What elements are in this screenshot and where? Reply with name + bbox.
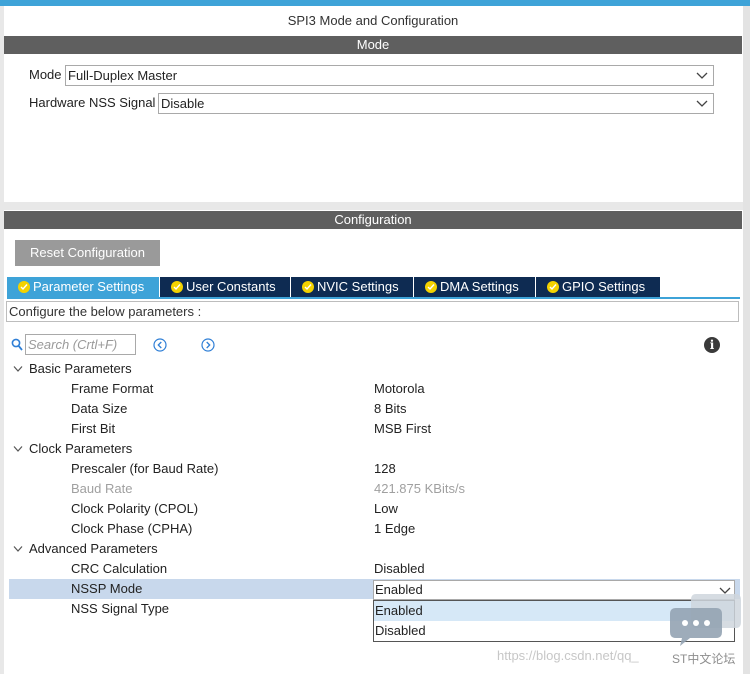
hardware-nss-select[interactable]: Disable: [158, 93, 714, 114]
param-name: CRC Calculation: [71, 561, 168, 576]
param-name: Data Size: [71, 401, 128, 416]
param-row-data-size[interactable]: Data Size 8 Bits: [9, 399, 740, 419]
previous-match-icon[interactable]: [153, 338, 167, 352]
param-row-first-bit[interactable]: First Bit MSB First: [9, 419, 740, 439]
window-scrollbar-edge[interactable]: [743, 6, 750, 674]
param-name: NSSP Mode: [71, 581, 143, 596]
tab-user-constants[interactable]: User Constants: [160, 277, 290, 297]
hardware-nss-value: Disable: [161, 96, 205, 111]
group-basic-parameters[interactable]: Basic Parameters: [9, 359, 740, 379]
mode-select-value: Full-Duplex Master: [68, 68, 178, 83]
mode-label: Mode: [29, 67, 62, 82]
mode-select[interactable]: Full-Duplex Master: [65, 65, 714, 86]
param-value: Low: [374, 501, 398, 516]
nssp-mode-value: Enabled: [375, 582, 423, 597]
mode-section-header: Mode: [4, 36, 742, 54]
section-divider: [0, 202, 743, 210]
check-icon: [18, 281, 30, 293]
tab-gpio-settings[interactable]: GPIO Settings: [536, 277, 660, 297]
group-clock-parameters[interactable]: Clock Parameters: [9, 439, 740, 459]
check-icon: [425, 281, 437, 293]
tab-label: Parameter Settings: [33, 279, 145, 294]
param-value: 1 Edge: [374, 521, 416, 536]
param-value: Motorola: [374, 381, 425, 396]
info-icon[interactable]: i: [704, 337, 720, 353]
tab-dma-settings[interactable]: DMA Settings: [414, 277, 535, 297]
param-name: Clock Polarity (CPOL): [71, 501, 199, 516]
tab-label: GPIO Settings: [562, 279, 646, 294]
check-icon: [171, 281, 183, 293]
param-name: Baud Rate: [71, 481, 133, 496]
tab-underline: [7, 297, 740, 299]
param-row-baud-rate: Baud Rate 421.875 KBits/s: [9, 479, 740, 499]
configure-hint: Configure the below parameters :: [6, 301, 739, 322]
search-icon: [11, 338, 23, 351]
tab-nvic-settings[interactable]: NVIC Settings: [291, 277, 413, 297]
chevron-down-icon: [13, 366, 23, 372]
reset-configuration-button[interactable]: Reset Configuration: [15, 240, 160, 266]
chevron-down-icon: [13, 446, 23, 452]
tab-label: DMA Settings: [440, 279, 519, 294]
tab-label: NVIC Settings: [317, 279, 399, 294]
param-name: NSS Signal Type: [71, 601, 170, 616]
param-value: 8 Bits: [374, 401, 407, 416]
param-name: Prescaler (for Baud Rate): [71, 461, 219, 476]
group-label: Advanced Parameters: [29, 541, 158, 556]
param-name: First Bit: [71, 421, 116, 436]
param-value: 421.875 KBits/s: [374, 481, 466, 496]
tab-parameter-settings[interactable]: Parameter Settings: [7, 277, 159, 297]
hardware-nss-label: Hardware NSS Signal: [29, 95, 156, 110]
param-row-clock-polarity[interactable]: Clock Polarity (CPOL) Low: [9, 499, 740, 519]
chevron-down-icon: [696, 100, 708, 107]
param-value: MSB First: [374, 421, 432, 436]
group-label: Basic Parameters: [29, 361, 132, 376]
check-icon: [302, 281, 314, 293]
watermark-site: ST中文论坛: [672, 652, 736, 666]
param-row-prescaler[interactable]: Prescaler (for Baud Rate) 128: [9, 459, 740, 479]
next-match-icon[interactable]: [201, 338, 215, 352]
param-value: 128: [374, 461, 396, 476]
window-title: SPI3 Mode and Configuration: [4, 6, 742, 35]
param-name: Frame Format: [71, 381, 154, 396]
param-row-crc-calculation[interactable]: CRC Calculation Disabled: [9, 559, 740, 579]
tab-label: User Constants: [186, 279, 276, 294]
watermark-url: https://blog.csdn.net/qq_: [497, 648, 639, 663]
chevron-down-icon: [13, 546, 23, 552]
param-row-clock-phase[interactable]: Clock Phase (CPHA) 1 Edge: [9, 519, 740, 539]
param-row-frame-format[interactable]: Frame Format Motorola: [9, 379, 740, 399]
param-name: Clock Phase (CPHA): [71, 521, 193, 536]
group-advanced-parameters[interactable]: Advanced Parameters: [9, 539, 740, 559]
chat-bubble-icon: [670, 594, 741, 646]
chevron-down-icon: [696, 72, 708, 79]
param-value: Disabled: [374, 561, 425, 576]
group-label: Clock Parameters: [29, 441, 133, 456]
search-input[interactable]: [25, 334, 136, 355]
check-icon: [547, 281, 559, 293]
configuration-section-header: Configuration: [4, 211, 742, 229]
